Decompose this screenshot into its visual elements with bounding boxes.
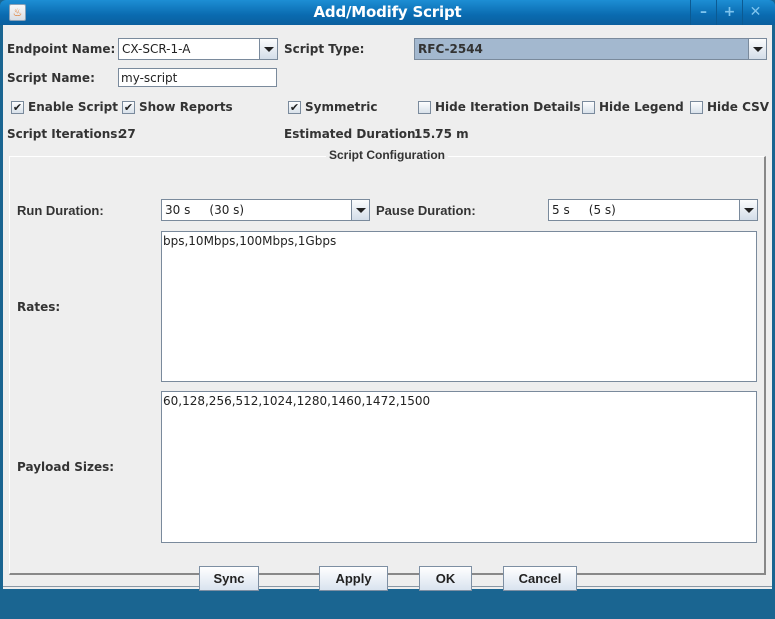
checkbox-unchecked-icon[interactable] xyxy=(418,100,431,114)
enable-script-checkbox[interactable]: ✔ Enable Script xyxy=(11,100,118,114)
window-title: Add/Modify Script xyxy=(313,3,462,21)
script-type-combo[interactable]: RFC-2544 xyxy=(414,38,767,60)
minimize-icon[interactable]: – xyxy=(690,0,716,25)
endpoint-name-value: CX-SCR-1-A xyxy=(122,42,191,56)
hide-legend-checkbox[interactable]: Hide Legend xyxy=(582,100,684,114)
script-iterations-value: 27 xyxy=(119,127,136,141)
script-type-label: Script Type: xyxy=(284,42,365,56)
endpoint-name-label: Endpoint Name: xyxy=(7,42,116,56)
checkbox-checked-icon[interactable]: ✔ xyxy=(288,100,301,114)
script-configuration-group: Script Configuration Run Duration: 30 s … xyxy=(9,148,766,575)
payload-sizes-textarea[interactable]: 60,128,256,512,1024,1280,1460,1472,1500 xyxy=(161,391,757,543)
chevron-down-icon[interactable] xyxy=(748,39,766,59)
checkbox-unchecked-icon[interactable] xyxy=(582,100,595,114)
checkbox-unchecked-icon[interactable] xyxy=(690,100,703,114)
rates-textarea[interactable]: bps,10Mbps,100Mbps,1Gbps xyxy=(161,231,757,382)
checkbox-checked-icon[interactable]: ✔ xyxy=(11,100,24,114)
pause-duration-value: 5 s (5 s) xyxy=(552,203,616,217)
checkbox-checked-icon[interactable]: ✔ xyxy=(122,100,135,114)
symmetric-checkbox[interactable]: ✔ Symmetric xyxy=(288,100,378,114)
dialog-content: Endpoint Name: CX-SCR-1-A Script Type: R… xyxy=(3,25,772,589)
cancel-button[interactable]: Cancel xyxy=(503,566,577,591)
show-reports-label: Show Reports xyxy=(139,100,233,114)
payload-sizes-label: Payload Sizes: xyxy=(17,460,115,474)
chevron-down-icon[interactable] xyxy=(259,39,277,59)
sync-button[interactable]: Sync xyxy=(199,566,259,591)
pause-duration-label: Pause Duration: xyxy=(376,203,476,218)
run-duration-combo[interactable]: 30 s (30 s) xyxy=(161,199,370,221)
rates-label: Rates: xyxy=(17,300,61,314)
symmetric-label: Symmetric xyxy=(305,100,378,114)
hide-legend-label: Hide Legend xyxy=(599,100,684,114)
run-duration-value: 30 s (30 s) xyxy=(165,203,245,217)
estimated-duration-value: 15.75 m xyxy=(414,127,469,141)
maximize-icon[interactable]: + xyxy=(716,0,742,25)
run-duration-label: Run Duration: xyxy=(17,203,104,218)
hide-iteration-details-label: Hide Iteration Details xyxy=(435,100,581,114)
estimated-duration-label: Estimated Duration: xyxy=(284,127,421,141)
script-iterations-label: Script Iterations: xyxy=(7,127,123,141)
chevron-down-icon[interactable] xyxy=(351,200,369,220)
script-configuration-title: Script Configuration xyxy=(326,148,448,162)
script-type-value: RFC-2544 xyxy=(418,42,483,56)
hide-csv-checkbox[interactable]: Hide CSV xyxy=(690,100,769,114)
close-icon[interactable]: ✕ xyxy=(742,0,768,25)
hide-csv-label: Hide CSV xyxy=(707,100,770,114)
endpoint-name-combo[interactable]: CX-SCR-1-A xyxy=(118,38,278,60)
pause-duration-combo[interactable]: 5 s (5 s) xyxy=(548,199,758,221)
hide-iteration-details-checkbox[interactable]: Hide Iteration Details xyxy=(418,100,581,114)
chevron-down-icon[interactable] xyxy=(739,200,757,220)
show-reports-checkbox[interactable]: ✔ Show Reports xyxy=(122,100,233,114)
script-name-label: Script Name: xyxy=(7,71,95,85)
ok-button[interactable]: OK xyxy=(419,566,472,591)
title-bar[interactable]: ♨ Add/Modify Script – + ✕ xyxy=(0,0,775,25)
enable-script-label: Enable Script xyxy=(28,100,118,114)
apply-button[interactable]: Apply xyxy=(319,566,388,591)
script-name-input[interactable] xyxy=(118,68,277,87)
